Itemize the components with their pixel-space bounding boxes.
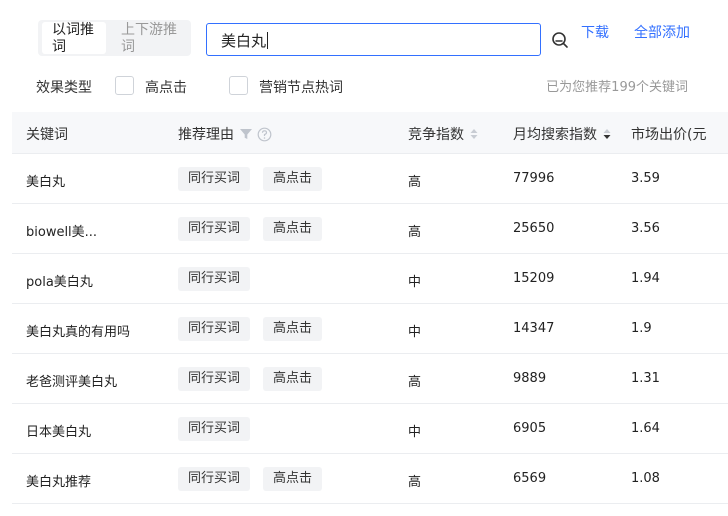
column-competition[interactable]: 竞争指数 <box>408 124 479 144</box>
sort-icon[interactable] <box>469 127 479 141</box>
reason-tag: 高点击 <box>263 317 323 341</box>
keyword-cell: 美白丸真的有用吗 <box>26 325 131 340</box>
table-row[interactable]: 美白丸 同行买词 高点击 高 77996 3.59 <box>12 154 728 204</box>
marketing-hotword-checkbox[interactable] <box>229 76 248 95</box>
market-price-cell: 1.94 <box>631 271 660 286</box>
market-price-cell: 3.56 <box>631 221 660 236</box>
search-input[interactable]: 美白丸 <box>206 23 541 56</box>
download-link[interactable]: 下载 <box>581 25 615 42</box>
reason-tag: 同行买词 <box>178 267 251 291</box>
high-click-checkbox[interactable] <box>115 76 134 95</box>
help-icon[interactable] <box>257 127 272 142</box>
effect-type-label: 效果类型 <box>36 80 92 96</box>
reason-tag: 同行买词 <box>178 367 251 391</box>
competition-cell: 高 <box>408 225 422 240</box>
table-body: 美白丸 同行买词 高点击高 77996 3.59 biowell美... 同行买词 高点击高 2… <box>12 154 728 504</box>
reason-tag: 高点击 <box>263 217 323 241</box>
column-keyword: 关键词 <box>26 127 68 143</box>
filter-icon[interactable] <box>239 127 253 141</box>
reason-tag: 同行买词 <box>178 417 251 441</box>
keyword-cell: 美白丸 <box>26 175 66 190</box>
tab-upstream-downstream[interactable]: 上下游推词 <box>118 22 188 55</box>
monthly-search-cell: 77996 <box>513 171 555 186</box>
table-row[interactable]: 日本美白丸 同行买词 中 6905 1.64 <box>12 404 728 454</box>
market-price-cell: 3.59 <box>631 171 660 186</box>
column-market-price: 市场出价(元 <box>631 127 707 143</box>
marketing-hotword-label[interactable]: 营销节点热词 <box>259 77 343 97</box>
search-input-value: 美白丸 <box>221 32 269 50</box>
monthly-search-cell: 25650 <box>513 221 555 236</box>
table-row[interactable]: pola美白丸 同行买词 中 15209 1.94 <box>12 254 728 304</box>
market-price-cell: 1.31 <box>631 371 660 386</box>
column-reason: 推荐理由 <box>178 124 272 144</box>
monthly-search-cell: 9889 <box>513 371 547 386</box>
reason-tag: 同行买词 <box>178 217 251 241</box>
reason-tag: 高点击 <box>263 167 323 191</box>
market-price-cell: 1.08 <box>631 471 660 486</box>
reason-tag: 同行买词 <box>178 317 251 341</box>
keyword-table: 关键词 推荐理由 竞争指数 月均搜索指数 市场出价(元 美白丸 同行买词 高点击… <box>12 112 728 504</box>
competition-cell: 高 <box>408 175 422 190</box>
search-icon <box>551 31 568 48</box>
competition-cell: 高 <box>408 475 422 490</box>
sort-desc-icon[interactable] <box>602 127 612 141</box>
keyword-cell: 美白丸推荐 <box>26 475 92 490</box>
recommend-count: 已为您推荐199个关键词 <box>546 80 688 95</box>
keyword-cell: biowell美... <box>26 225 98 240</box>
monthly-search-cell: 15209 <box>513 271 555 286</box>
add-all-link[interactable]: 全部添加 <box>634 25 690 42</box>
table-row[interactable]: biowell美... 同行买词 高点击 高 25650 3.56 <box>12 204 728 254</box>
competition-cell: 中 <box>408 275 422 290</box>
high-click-label[interactable]: 高点击 <box>145 77 187 97</box>
competition-cell: 中 <box>408 425 422 440</box>
market-price-cell: 1.9 <box>631 321 652 336</box>
monthly-search-cell: 6569 <box>513 471 547 486</box>
table-row[interactable]: 美白丸真的有用吗 同行买词 高点击 中 14347 1.9 <box>12 304 728 354</box>
keyword-cell: 老爸测评美白丸 <box>26 375 118 390</box>
reason-tag: 高点击 <box>263 467 323 491</box>
mode-tabs: 以词推词 上下游推词 <box>38 20 191 56</box>
reason-tag: 同行买词 <box>178 167 251 191</box>
keyword-cell: 日本美白丸 <box>26 425 92 440</box>
column-monthly-search[interactable]: 月均搜索指数 <box>513 124 612 144</box>
table-header: 关键词 推荐理由 竞争指数 月均搜索指数 市场出价(元 <box>12 112 728 154</box>
reason-tag: 高点击 <box>263 367 323 391</box>
monthly-search-cell: 6905 <box>513 421 547 436</box>
market-price-cell: 1.64 <box>631 421 660 436</box>
tab-keyword-to-keyword[interactable]: 以词推词 <box>42 22 106 55</box>
competition-cell: 中 <box>408 325 422 340</box>
competition-cell: 高 <box>408 375 422 390</box>
table-row[interactable]: 老爸测评美白丸 同行买词 高点击 高 9889 1.31 <box>12 354 728 404</box>
search-button[interactable] <box>541 23 578 56</box>
table-row[interactable]: 美白丸推荐 同行买词 高点击 高 6569 1.08 <box>12 454 728 504</box>
monthly-search-cell: 14347 <box>513 321 555 336</box>
keyword-cell: pola美白丸 <box>26 275 93 290</box>
reason-tag: 同行买词 <box>178 467 251 491</box>
